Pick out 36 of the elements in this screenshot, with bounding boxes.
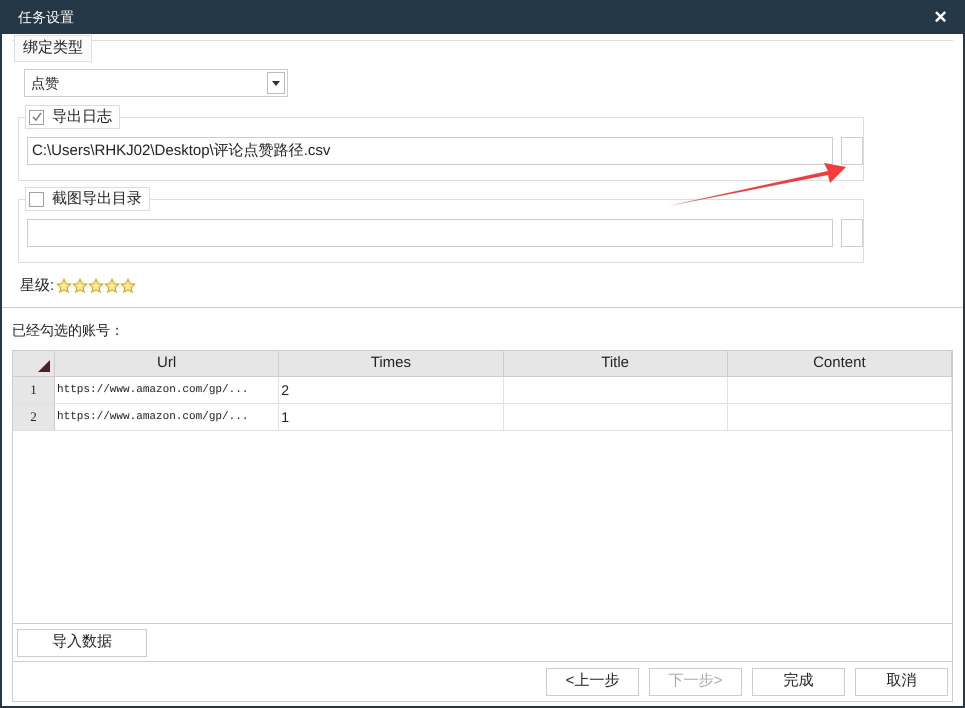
checkbox[interactable] [29,192,44,206]
accounts-label: 已经勾选的账号： [12,321,125,340]
column-header[interactable]: Title [504,351,728,376]
star-icon [120,278,136,294]
table-cell: https://www.amazon.com/gp/... [55,404,280,430]
window-title: 任务设置 [18,8,74,26]
star-icon [88,278,104,294]
browse-button[interactable] [841,137,863,165]
directory-field[interactable] [27,219,833,247]
screenshot-dir-label: 截图导出目录 [52,188,143,209]
check-icon [32,112,42,122]
checkbox[interactable] [29,110,44,124]
row-number: 1 [13,377,55,403]
table-cell: 1 [279,404,504,430]
dialog-button[interactable]: <上一步 [546,668,639,696]
type-dropdown[interactable]: 点赞 [24,69,288,97]
import-button[interactable]: 导入数据 [17,628,147,656]
group-legend: 绑定类型 [14,35,92,62]
path-field[interactable]: C:\Users\RHKJ02\Desktop\评论点赞路径.csv [27,137,833,165]
rating-label: 星级: [20,276,54,296]
row-number: 2 [13,404,55,430]
table-cell: 2 [279,377,504,403]
caret-icon [272,80,280,86]
export-log-label: 导出日志 [52,106,113,127]
dialog-button[interactable]: 完成 [752,668,845,696]
close-button[interactable]: × [934,6,947,28]
column-header[interactable]: Url [55,351,280,376]
select-all-icon[interactable] [38,360,50,372]
star-icon [104,278,120,294]
star-icon [72,278,88,294]
column-header[interactable]: Times [279,351,504,376]
browse-button[interactable] [841,219,863,247]
dialog-button[interactable]: 取消 [855,668,948,696]
table-cell: https://www.amazon.com/gp/... [55,377,280,403]
column-header[interactable]: Content [728,351,952,376]
star-icon [56,278,72,294]
